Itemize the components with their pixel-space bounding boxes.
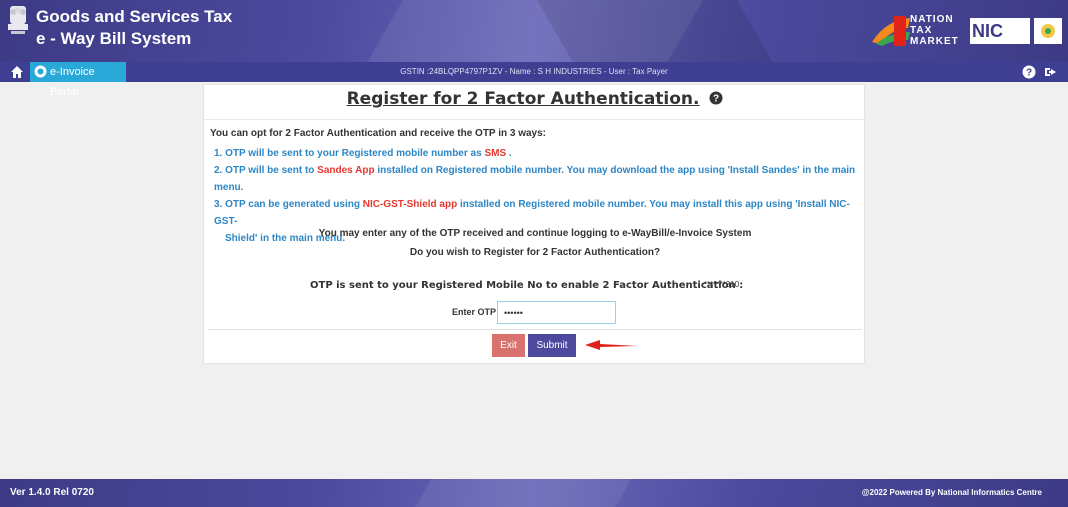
divider (208, 329, 862, 330)
powered-by-label: @2022 Powered By National Informatics Ce… (861, 488, 1042, 497)
otp-method-sandes: 2. OTP will be sent to Sandes App instal… (214, 162, 859, 196)
otp-sent-label: OTP is sent to your Registered Mobile No… (310, 280, 744, 291)
question-circle-icon[interactable]: ? (709, 91, 723, 105)
page-title: Register for 2 Factor Authentication. ? (204, 89, 866, 109)
top-navbar: e-Invoice Portal GSTIN :24BLQPP4797P1ZV … (0, 62, 1068, 98)
step-highlight: Sandes App (317, 165, 375, 176)
national-emblem-icon (8, 6, 28, 34)
app-title-line2: e - Way Bill System (36, 29, 192, 48)
otp-label: Enter OTP : (452, 307, 502, 317)
footer-decoration (402, 479, 638, 507)
logo-text-nation: NATION (910, 14, 954, 25)
logo-text-tax: TAX (910, 25, 933, 36)
otp-method-shield: 3. OTP can be generated using NIC-GST-Sh… (214, 196, 859, 230)
otp-method-sms: 1. OTP will be sent to your Registered m… (214, 145, 859, 162)
app-title-line1: Goods and Services Tax (36, 7, 233, 26)
two-factor-registration-card: Register for 2 Factor Authentication. ? … (203, 84, 866, 364)
svg-text:?: ? (713, 94, 719, 105)
app-footer: Ver 1.4.0 Rel 0720 @2022 Powered By Nati… (0, 479, 1068, 507)
partner-logos: NATION TAX MARKET NIC (870, 14, 1062, 48)
step-text: 2. OTP will be sent to (214, 165, 318, 176)
register-question: Do you wish to Register for 2 Factor Aut… (409, 247, 661, 258)
version-label: Ver 1.4.0 Rel 0720 (10, 487, 94, 498)
masked-mobile-number: *******310 (704, 280, 740, 289)
svg-text:?: ? (1026, 68, 1032, 79)
step-highlight: NIC-GST-Shield app (362, 199, 458, 210)
continue-text: You may enter any of the OTP received an… (318, 228, 752, 239)
intro-text: You can opt for 2 Factor Authentication … (210, 128, 546, 139)
app-header: Goods and Services Tax e - Way Bill Syst… (0, 0, 1068, 62)
submit-button[interactable]: Submit (528, 334, 576, 357)
logout-icon[interactable] (1044, 65, 1058, 79)
step-highlight: SMS (484, 148, 507, 159)
help-icon[interactable]: ? (1022, 65, 1036, 79)
gstin-user-info: GSTIN :24BLQPP4797P1ZV - Name : S H INDU… (400, 67, 668, 76)
nic-logo: NIC (970, 18, 1030, 44)
step-text: . (506, 148, 512, 159)
red-arrow-annotation-icon (585, 340, 638, 350)
otp-input[interactable] (497, 301, 616, 324)
page-title-text: Register for 2 Factor Authentication. (346, 89, 700, 109)
logo-text-market: MARKET (910, 36, 959, 47)
divider (204, 119, 866, 120)
step-text: 3. OTP can be generated using (214, 199, 363, 210)
nic-logo-emblem (1034, 18, 1062, 44)
app-title: Goods and Services Tax e - Way Bill Syst… (36, 6, 232, 50)
step-text: 1. OTP will be sent to your Registered m… (214, 148, 485, 159)
exit-button[interactable]: Exit (492, 334, 525, 357)
nation-tax-market-logo: NATION TAX MARKET (870, 14, 966, 48)
